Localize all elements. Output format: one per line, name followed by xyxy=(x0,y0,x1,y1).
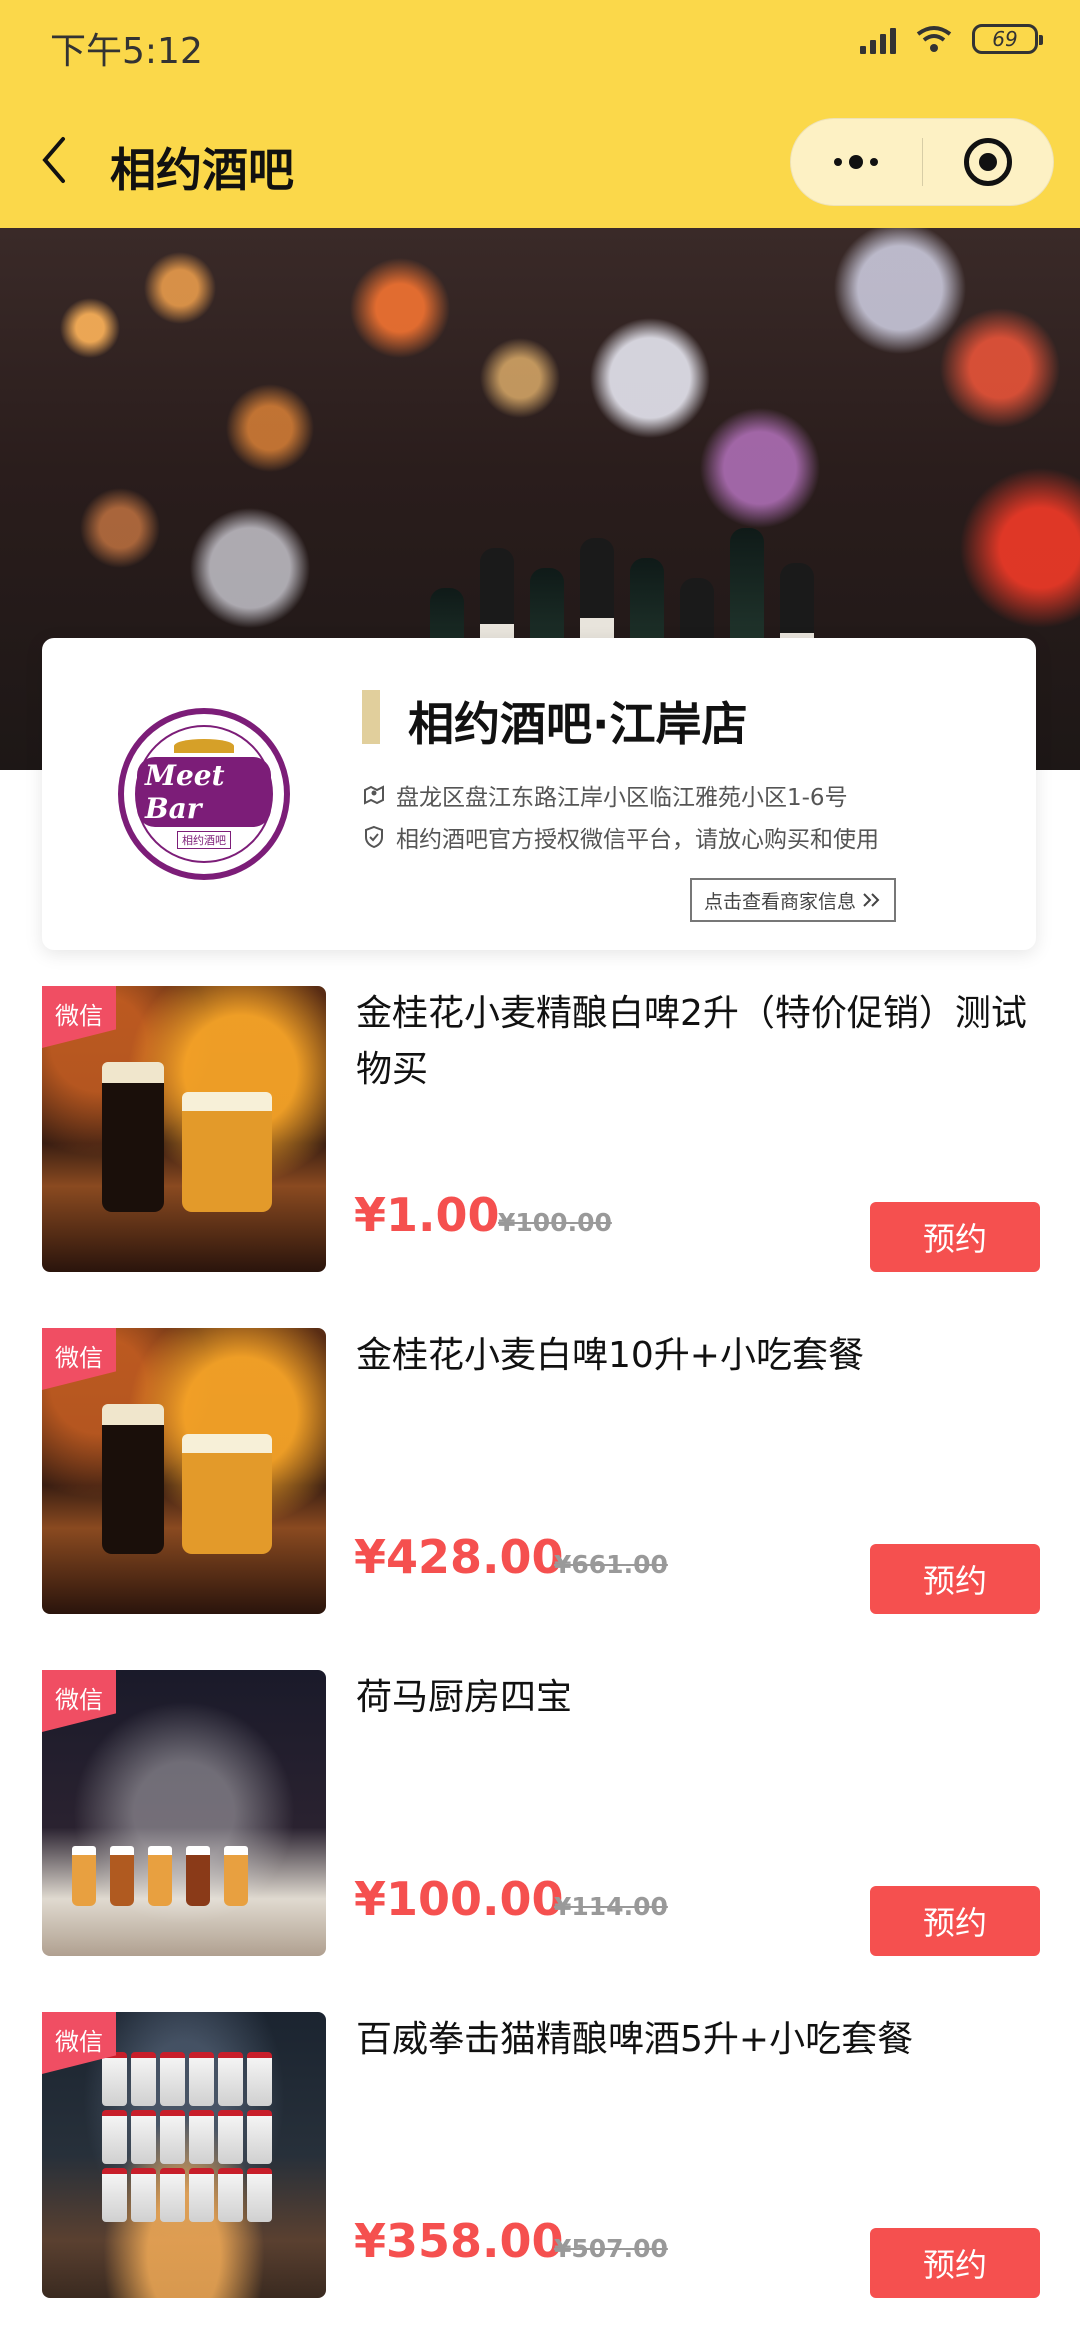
reserve-button[interactable]: 预约 xyxy=(870,2228,1040,2298)
back-button[interactable] xyxy=(34,130,74,190)
product-original-price: ¥100.00 xyxy=(498,1208,612,1237)
product-price: ¥1.00 xyxy=(354,1188,500,1242)
product-title[interactable]: 金桂花小麦精酿白啤2升（特价促销）测试物买 xyxy=(356,986,1036,1098)
mini-program-capsule xyxy=(790,118,1054,206)
product-item[interactable]: 微信 金桂花小麦精酿白啤2升（特价促销）测试物买 ¥1.00 ¥100.00 预… xyxy=(0,986,1080,1276)
wheat-icon xyxy=(174,739,234,753)
merchant-info-button[interactable]: 点击查看商家信息 xyxy=(690,878,896,922)
product-original-price: ¥114.00 xyxy=(554,1892,668,1921)
logo-text: Meet Bar xyxy=(137,757,271,827)
shop-authorization-text: 相约酒吧官方授权微信平台，请放心购买和使用 xyxy=(396,827,879,853)
product-title[interactable]: 金桂花小麦白啤10升+小吃套餐 xyxy=(356,1328,1036,1384)
signal-icon xyxy=(860,24,896,54)
double-chevron-right-icon xyxy=(863,893,880,907)
more-dots-icon xyxy=(834,155,879,169)
page-title: 相约酒吧 xyxy=(110,143,294,197)
product-original-price: ¥661.00 xyxy=(554,1550,668,1579)
product-price: ¥358.00 xyxy=(354,2214,564,2268)
shop-card: Meet Bar 相约酒吧 相约酒吧·江岸店 盘龙区盘江东路江岸小区临江雅苑小区… xyxy=(42,638,1036,950)
product-item[interactable]: 微信 百威拳击猫精酿啤酒5升+小吃套餐 ¥358.00 ¥507.00 预约 xyxy=(0,2012,1080,2302)
status-icons: 69 xyxy=(860,24,1043,54)
target-icon xyxy=(963,138,1012,186)
status-time: 下午5:12 xyxy=(50,31,203,72)
product-title[interactable]: 百威拳击猫精酿啤酒5升+小吃套餐 xyxy=(356,2012,1036,2068)
chevron-left-icon xyxy=(42,137,65,183)
product-original-price: ¥507.00 xyxy=(554,2234,668,2263)
reserve-button[interactable]: 预约 xyxy=(870,1886,1040,1956)
product-price: ¥428.00 xyxy=(354,1530,564,1584)
battery-level: 69 xyxy=(992,27,1018,51)
product-title[interactable]: 荷马厨房四宝 xyxy=(356,1670,1036,1726)
reserve-button[interactable]: 预约 xyxy=(870,1202,1040,1272)
shop-authorization: 相约酒吧官方授权微信平台，请放心购买和使用 xyxy=(362,820,879,854)
top-bar: 下午5:12 69 相约酒吧 xyxy=(0,0,1080,228)
reserve-button[interactable]: 预约 xyxy=(870,1544,1040,1614)
logo-subtext: 相约酒吧 xyxy=(177,831,231,849)
shop-name: 相约酒吧·江岸店 xyxy=(408,697,748,751)
battery-icon: 69 xyxy=(972,24,1043,54)
shop-address: 盘龙区盘江东路江岸小区临江雅苑小区1-6号 xyxy=(362,778,848,812)
product-price: ¥100.00 xyxy=(354,1872,564,1926)
product-item[interactable]: 微信 荷马厨房四宝 ¥100.00 ¥114.00 预约 xyxy=(0,1670,1080,1960)
shop-logo: Meet Bar 相约酒吧 xyxy=(118,708,290,880)
title-accent-bar xyxy=(362,690,380,744)
close-mini-program-button[interactable] xyxy=(923,119,1054,205)
shop-address-text: 盘龙区盘江东路江岸小区临江雅苑小区1-6号 xyxy=(396,785,848,811)
more-button[interactable] xyxy=(791,119,922,205)
merchant-info-label: 点击查看商家信息 xyxy=(703,890,856,913)
shield-check-icon xyxy=(365,825,383,849)
map-pin-icon xyxy=(364,785,384,805)
product-item[interactable]: 微信 金桂花小麦白啤10升+小吃套餐 ¥428.00 ¥661.00 预约 xyxy=(0,1328,1080,1618)
wifi-icon xyxy=(916,25,952,53)
